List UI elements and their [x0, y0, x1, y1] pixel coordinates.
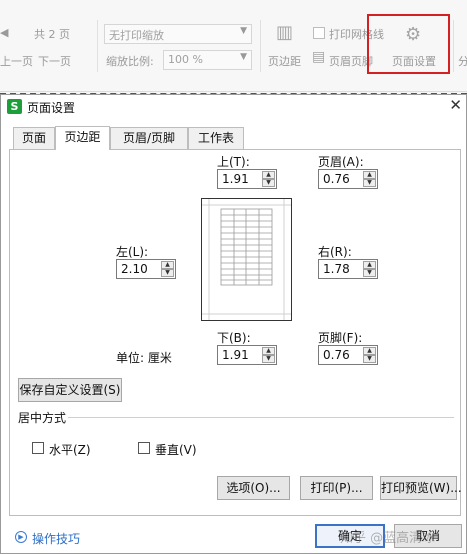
increment-arrow-icon[interactable]: ▲ — [262, 347, 275, 355]
scale-mode-value: 无打印缩放 — [109, 29, 164, 42]
top-margin-value: 1.91 — [222, 172, 249, 186]
center-vertical-checkbox[interactable] — [138, 442, 150, 454]
page-number-field-edge[interactable]: ◀ — [0, 26, 8, 39]
center-horizontal-label: 水平(Z) — [49, 443, 91, 457]
tab-worksheet[interactable]: 工作表 — [188, 127, 244, 149]
options-button[interactable]: 选项(O)... — [217, 476, 290, 500]
left-margin-stepper[interactable]: 2.10 ▲ ▼ — [116, 259, 176, 279]
scale-mode-select[interactable]: 无打印缩放 ▼ — [104, 24, 252, 44]
chevron-down-icon: ▼ — [240, 26, 247, 36]
decrement-arrow-icon[interactable]: ▼ — [363, 179, 376, 187]
top-margin-label: 上(T): — [217, 155, 250, 169]
next-page-button[interactable]: 下一页 — [38, 53, 71, 69]
print-preview-toolbar: ◀ 共 2 页 上一页 下一页 无打印缩放 ▼ 缩放比例: 100 % ▼ ▥ … — [0, 0, 467, 92]
toolbar-separator — [453, 20, 454, 72]
dialog-title: 页面设置 — [27, 101, 76, 115]
wps-logo-icon: S — [7, 99, 22, 114]
margins-panel: 上(T): 1.91 ▲ ▼ 页眉(A): 0.76 ▲ ▼ 左(L): 2.1… — [9, 149, 462, 516]
bottom-margin-value: 1.91 — [222, 348, 249, 362]
toolbar-separator — [260, 20, 261, 72]
total-pages-label: 共 2 页 — [34, 28, 70, 41]
tab-margins[interactable]: 页边距 — [55, 126, 110, 150]
save-custom-settings-button[interactable]: 保存自定义设置(S) — [18, 378, 122, 402]
close-icon[interactable]: ✕ — [449, 96, 462, 114]
bottom-margin-stepper[interactable]: 1.91 ▲ ▼ — [217, 345, 277, 365]
increment-arrow-icon[interactable]: ▲ — [262, 171, 275, 179]
left-margin-value: 2.10 — [121, 262, 148, 276]
increment-arrow-icon[interactable]: ▲ — [363, 171, 376, 179]
print-preview-button[interactable]: 打印预览(W)... — [380, 476, 462, 500]
tab-header-footer[interactable]: 页眉/页脚 — [110, 127, 188, 149]
highlight-box — [367, 14, 450, 74]
header-margin-stepper[interactable]: 0.76 ▲ ▼ — [318, 169, 378, 189]
header-margin-value: 0.76 — [323, 172, 350, 186]
toolbar-separator — [97, 20, 98, 72]
right-margin-stepper[interactable]: 1.78 ▲ ▼ — [318, 259, 378, 279]
page-preview-diagram — [201, 198, 292, 321]
margins-icon: ▥ — [276, 22, 294, 43]
footer-margin-stepper[interactable]: 0.76 ▲ ▼ — [318, 345, 378, 365]
right-margin-label: 右(R): — [318, 245, 352, 259]
print-gridlines-checkbox[interactable] — [313, 27, 325, 39]
center-horizontal-checkbox[interactable] — [32, 442, 44, 454]
dialog-titlebar[interactable]: S 页面设置 ✕ — [1, 95, 466, 117]
footer-margin-value: 0.76 — [323, 348, 350, 362]
tips-icon[interactable]: ▶ — [15, 531, 27, 543]
footer-margin-label: 页脚(F): — [318, 331, 363, 345]
group-divider — [68, 417, 454, 418]
increment-arrow-icon[interactable]: ▲ — [363, 347, 376, 355]
split-button-label[interactable]: 分 — [458, 53, 467, 69]
increment-arrow-icon[interactable]: ▲ — [161, 261, 174, 269]
center-group-label: 居中方式 — [18, 411, 67, 425]
zoom-select[interactable]: 100 % ▼ — [163, 50, 252, 70]
print-button[interactable]: 打印(P)... — [300, 476, 373, 500]
page-setup-dialog: S 页面设置 ✕ 页面 页边距 页眉/页脚 工作表 上(T): 1.91 ▲ ▼ … — [0, 94, 467, 554]
decrement-arrow-icon[interactable]: ▼ — [363, 269, 376, 277]
margins-label: 页边距 — [268, 55, 301, 68]
increment-arrow-icon[interactable]: ▲ — [363, 261, 376, 269]
left-margin-label: 左(L): — [116, 245, 149, 259]
header-footer-icon: ▤ — [312, 49, 326, 65]
decrement-arrow-icon[interactable]: ▼ — [262, 179, 275, 187]
decrement-arrow-icon[interactable]: ▼ — [363, 355, 376, 363]
zoom-label: 缩放比例: — [106, 55, 154, 68]
right-margin-value: 1.78 — [323, 262, 350, 276]
unit-label: 单位: 厘米 — [116, 351, 172, 365]
top-margin-stepper[interactable]: 1.91 ▲ ▼ — [217, 169, 277, 189]
bottom-margin-label: 下(B): — [217, 331, 251, 345]
decrement-arrow-icon[interactable]: ▼ — [262, 355, 275, 363]
decrement-arrow-icon[interactable]: ▼ — [161, 269, 174, 277]
header-margin-label: 页眉(A): — [318, 155, 364, 169]
zoom-value: 100 % — [168, 53, 203, 66]
center-vertical-label: 垂直(V) — [155, 443, 197, 457]
watermark-text: 知乎 @蓝高清冰 — [340, 531, 436, 546]
prev-page-button[interactable]: 上一页 — [0, 53, 33, 69]
tab-page[interactable]: 页面 — [13, 127, 55, 149]
tips-link[interactable]: 操作技巧 — [32, 530, 80, 547]
chevron-down-icon: ▼ — [240, 52, 247, 62]
